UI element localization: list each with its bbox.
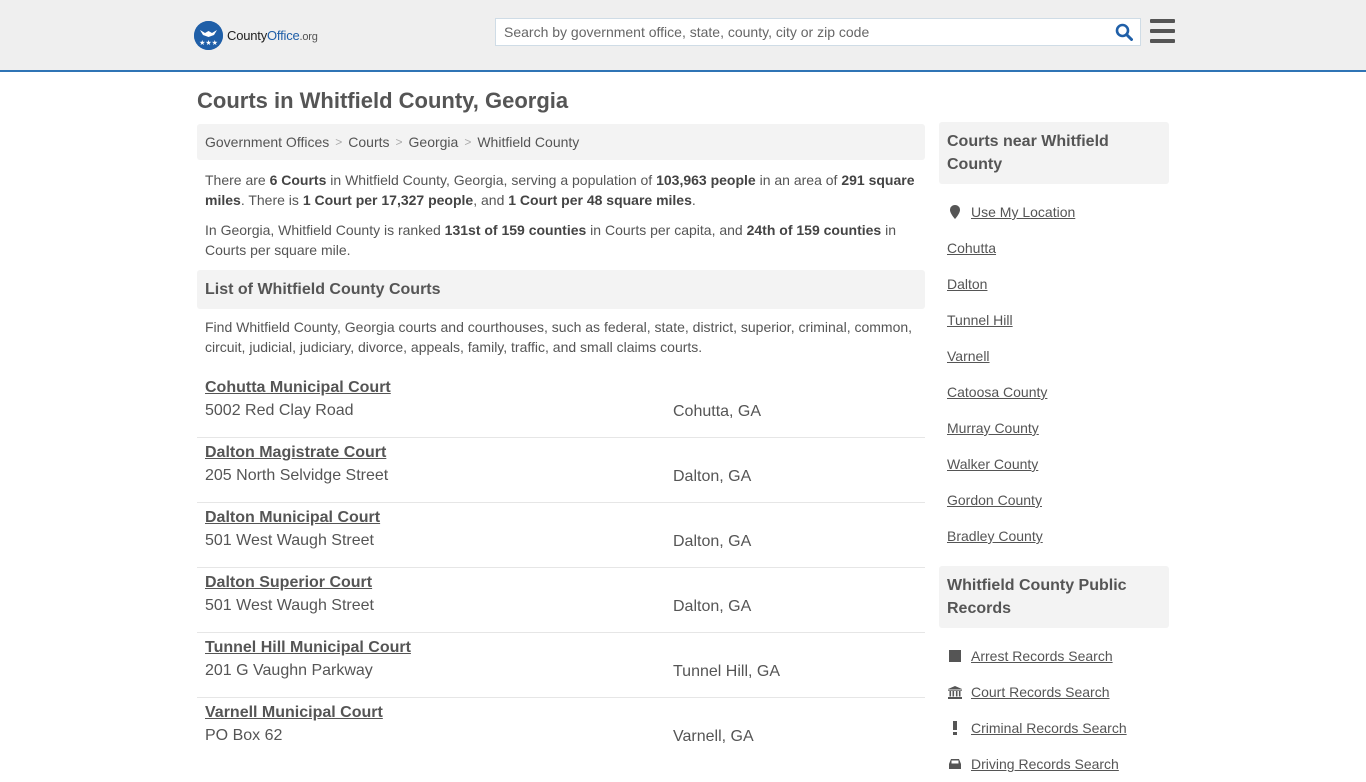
intro-paragraph-rank: In Georgia, Whitfield County is ranked 1… — [205, 222, 896, 258]
breadcrumb-separator: > — [395, 135, 403, 149]
records-item: Court Records Search — [947, 674, 1161, 710]
court-address: 201 G Vaughn Parkway — [205, 662, 373, 679]
court-list-item: Tunnel Hill Municipal Court 201 G Vaughn… — [197, 633, 925, 698]
records-item: Driving Records Search — [947, 746, 1161, 782]
court-list-item: Dalton Superior Court 501 West Waugh Str… — [197, 568, 925, 633]
court-name-link[interactable]: Dalton Magistrate Court — [205, 444, 386, 462]
main-content: Government Offices > Courts > Georgia > … — [197, 124, 925, 763]
court-city: Varnell, GA — [673, 728, 754, 745]
breadcrumb-government-offices[interactable]: Government Offices — [205, 134, 329, 150]
use-my-location-item: Use My Location — [947, 194, 1161, 230]
court-city: Dalton, GA — [673, 598, 752, 615]
nearby-link-dalton[interactable]: Dalton — [947, 276, 987, 292]
court-city: Tunnel Hill, GA — [673, 663, 780, 680]
court-address: 501 West Waugh Street — [205, 532, 374, 549]
use-my-location-link[interactable]: Use My Location — [971, 204, 1075, 220]
nearby-item: Walker County — [947, 446, 1161, 482]
search-icon — [1115, 23, 1133, 41]
arrest-records-link[interactable]: Arrest Records Search — [971, 648, 1113, 664]
public-records-list: Arrest Records Search Court Records Sear… — [939, 628, 1169, 782]
court-name-link[interactable]: Dalton Superior Court — [205, 574, 372, 592]
breadcrumb-whitfield-county[interactable]: Whitfield County — [477, 134, 579, 150]
breadcrumb-courts[interactable]: Courts — [348, 134, 389, 150]
nearby-link-murray-county[interactable]: Murray County — [947, 420, 1039, 436]
court-city: Dalton, GA — [673, 468, 752, 485]
nearby-link-bradley-county[interactable]: Bradley County — [947, 528, 1043, 544]
nearby-item: Gordon County — [947, 482, 1161, 518]
courts-list-description: Find Whitfield County, Georgia courts an… — [205, 319, 913, 355]
breadcrumb: Government Offices > Courts > Georgia > … — [197, 124, 925, 160]
map-pin-icon — [947, 205, 963, 219]
court-address: 205 North Selvidge Street — [205, 467, 389, 484]
public-records-heading: Whitfield County Public Records — [939, 566, 1169, 628]
page-title: Courts in Whitfield County, Georgia — [197, 88, 569, 113]
nearby-item: Bradley County — [947, 518, 1161, 554]
menu-bar — [1150, 29, 1175, 33]
search-input[interactable] — [496, 19, 1108, 45]
court-address: 501 West Waugh Street — [205, 597, 374, 614]
nearby-link-walker-county[interactable]: Walker County — [947, 456, 1038, 472]
court-name-link[interactable]: Varnell Municipal Court — [205, 704, 383, 722]
court-address: 5002 Red Clay Road — [205, 402, 354, 419]
courts-list-heading: List of Whitfield County Courts — [197, 270, 925, 309]
square-icon — [947, 650, 963, 662]
records-item: Criminal Records Search — [947, 710, 1161, 746]
court-address: PO Box 62 — [205, 727, 283, 744]
breadcrumb-georgia[interactable]: Georgia — [409, 134, 459, 150]
exclamation-icon — [947, 721, 963, 735]
nearby-courts-list: Use My Location Cohutta Dalton Tunnel Hi… — [939, 184, 1169, 554]
court-list-item: Dalton Magistrate Court 205 North Selvid… — [197, 438, 925, 503]
courthouse-icon — [947, 685, 963, 699]
menu-bar — [1150, 19, 1175, 23]
court-name-link[interactable]: Tunnel Hill Municipal Court — [205, 639, 411, 657]
site-logo[interactable]: ★★★ CountyOffice.org — [194, 21, 318, 50]
courts-list: Cohutta Municipal Court 5002 Red Clay Ro… — [197, 373, 925, 763]
nearby-item: Varnell — [947, 338, 1161, 374]
menu-bar — [1150, 39, 1175, 43]
search-button[interactable] — [1108, 19, 1140, 45]
nearby-item: Cohutta — [947, 230, 1161, 266]
nearby-item: Tunnel Hill — [947, 302, 1161, 338]
svg-text:★★★: ★★★ — [199, 39, 218, 47]
records-item: Arrest Records Search — [947, 638, 1161, 674]
breadcrumb-separator: > — [464, 135, 472, 149]
logo-text: CountyOffice.org — [227, 28, 318, 43]
court-name-link[interactable]: Cohutta Municipal Court — [205, 379, 391, 397]
court-list-item: Cohutta Municipal Court 5002 Red Clay Ro… — [197, 373, 925, 438]
court-list-item: Varnell Municipal Court PO Box 62 Varnel… — [197, 698, 925, 763]
nearby-item: Catoosa County — [947, 374, 1161, 410]
sidebar: Courts near Whitfield County Use My Loca… — [939, 122, 1169, 782]
nearby-link-tunnel-hill[interactable]: Tunnel Hill — [947, 312, 1013, 328]
court-name-link[interactable]: Dalton Municipal Court — [205, 509, 380, 527]
nearby-item: Murray County — [947, 410, 1161, 446]
nearby-link-varnell[interactable]: Varnell — [947, 348, 990, 364]
driving-records-link[interactable]: Driving Records Search — [971, 756, 1119, 772]
search-bar — [495, 18, 1141, 46]
nearby-link-catoosa-county[interactable]: Catoosa County — [947, 384, 1047, 400]
court-records-link[interactable]: Court Records Search — [971, 684, 1110, 700]
nearby-link-cohutta[interactable]: Cohutta — [947, 240, 996, 256]
nearby-courts-heading: Courts near Whitfield County — [939, 122, 1169, 184]
hamburger-menu-icon[interactable] — [1150, 19, 1175, 43]
court-list-item: Dalton Municipal Court 501 West Waugh St… — [197, 503, 925, 568]
intro-text: There are 6 Courts in Whitfield County, … — [197, 160, 925, 260]
site-header: ★★★ CountyOffice.org — [0, 0, 1366, 72]
intro-paragraph-stats: There are 6 Courts in Whitfield County, … — [205, 172, 915, 208]
court-city: Dalton, GA — [673, 533, 752, 550]
nearby-link-gordon-county[interactable]: Gordon County — [947, 492, 1042, 508]
court-city: Cohutta, GA — [673, 403, 762, 420]
criminal-records-link[interactable]: Criminal Records Search — [971, 720, 1127, 736]
eagle-logo-icon: ★★★ — [194, 21, 223, 50]
nearby-item: Dalton — [947, 266, 1161, 302]
car-icon — [947, 758, 963, 770]
breadcrumb-separator: > — [335, 135, 343, 149]
